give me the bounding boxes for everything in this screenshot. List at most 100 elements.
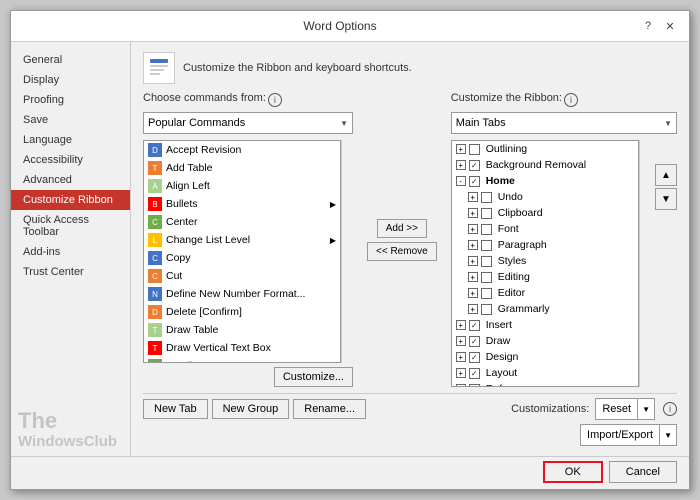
reset-arrow-icon[interactable]: ▼ bbox=[637, 399, 654, 419]
ribbon-item-checkbox[interactable] bbox=[469, 160, 480, 171]
ribbon-dropdown[interactable]: Main Tabs ▼ bbox=[451, 112, 677, 134]
import-export-dropdown[interactable]: Import/Export ▼ bbox=[580, 424, 677, 446]
expand-icon[interactable]: + bbox=[468, 256, 478, 266]
expand-icon[interactable]: + bbox=[468, 304, 478, 314]
list-item[interactable]: LChange List Level▶ bbox=[144, 231, 340, 249]
remove-button[interactable]: << Remove bbox=[367, 242, 437, 261]
list-item[interactable]: CCenter bbox=[144, 213, 340, 231]
ribbon-item-checkbox[interactable] bbox=[481, 272, 492, 283]
new-group-button[interactable]: New Group bbox=[212, 399, 290, 419]
expand-icon[interactable]: - bbox=[456, 176, 466, 186]
dialog-title: Word Options bbox=[41, 19, 639, 33]
ribbon-list-item[interactable]: + Outlining bbox=[452, 141, 638, 157]
ribbon-item-checkbox[interactable] bbox=[481, 240, 492, 251]
list-item[interactable]: TDraw Table bbox=[144, 321, 340, 339]
list-item[interactable]: BBullets▶ bbox=[144, 195, 340, 213]
expand-icon[interactable]: + bbox=[456, 384, 466, 387]
ribbon-list-item[interactable]: +Styles bbox=[452, 253, 638, 269]
list-item[interactable]: NDefine New Number Format... bbox=[144, 285, 340, 303]
ribbon-list-item[interactable]: -Home bbox=[452, 173, 638, 189]
list-item[interactable]: TDraw Vertical Text Box bbox=[144, 339, 340, 357]
close-button[interactable]: ✕ bbox=[661, 17, 679, 35]
ribbon-item-checkbox[interactable] bbox=[469, 368, 480, 379]
expand-icon[interactable]: + bbox=[468, 288, 478, 298]
ribbon-item-checkbox[interactable] bbox=[481, 224, 492, 235]
ribbon-list-item[interactable]: +Layout bbox=[452, 365, 638, 381]
sidebar-item-language[interactable]: Language bbox=[11, 130, 130, 150]
ribbon-item-checkbox[interactable] bbox=[469, 384, 480, 388]
list-item[interactable]: CCopy bbox=[144, 249, 340, 267]
cancel-button[interactable]: Cancel bbox=[609, 461, 677, 483]
expand-icon[interactable]: + bbox=[468, 192, 478, 202]
sidebar-item-proofing[interactable]: Proofing bbox=[11, 90, 130, 110]
ribbon-item-checkbox[interactable] bbox=[469, 336, 480, 347]
expand-icon[interactable]: + bbox=[456, 144, 466, 154]
expand-icon[interactable]: + bbox=[468, 224, 478, 234]
columns-area: Choose commands from: i Popular Commands… bbox=[143, 92, 677, 387]
import-export-arrow-icon[interactable]: ▼ bbox=[659, 425, 676, 445]
ok-button[interactable]: OK bbox=[543, 461, 603, 483]
ribbon-item-label: Undo bbox=[498, 191, 523, 203]
ribbon-list-item[interactable]: +Paragraph bbox=[452, 237, 638, 253]
main-header: Customize the Ribbon and keyboard shortc… bbox=[143, 52, 677, 84]
commands-scrollbar[interactable] bbox=[341, 140, 353, 363]
ribbon-item-checkbox[interactable] bbox=[481, 288, 492, 299]
ribbon-list-item[interactable]: + Insert bbox=[452, 317, 638, 333]
sidebar-item-accessibility[interactable]: Accessibility bbox=[11, 150, 130, 170]
ribbon-scrollbar[interactable] bbox=[639, 140, 651, 387]
ribbon-item-checkbox[interactable] bbox=[469, 144, 480, 155]
sidebar-item-advanced[interactable]: Advanced bbox=[11, 170, 130, 190]
command-label: Cut bbox=[166, 270, 182, 282]
ribbon-item-checkbox[interactable] bbox=[481, 208, 492, 219]
add-button[interactable]: Add >> bbox=[377, 219, 427, 238]
new-tab-button[interactable]: New Tab bbox=[143, 399, 208, 419]
expand-icon[interactable]: + bbox=[456, 320, 466, 330]
sidebar-item-customize-ribbon[interactable]: Customize Ribbon bbox=[11, 190, 130, 210]
move-down-button[interactable]: ▼ bbox=[655, 188, 677, 210]
ribbon-list-item[interactable]: +Grammarly bbox=[452, 301, 638, 317]
list-item[interactable]: CCut bbox=[144, 267, 340, 285]
ribbon-item-checkbox[interactable] bbox=[481, 192, 492, 203]
ribbon-item-label: Insert bbox=[486, 319, 512, 331]
expand-icon[interactable]: + bbox=[456, 352, 466, 362]
ribbon-list-item[interactable]: + Undo bbox=[452, 189, 638, 205]
expand-icon[interactable]: + bbox=[468, 272, 478, 282]
sidebar-item-trust-center[interactable]: Trust Center bbox=[11, 262, 130, 282]
expand-icon[interactable]: + bbox=[456, 368, 466, 378]
list-item[interactable]: TAdd Table bbox=[144, 159, 340, 177]
expand-icon[interactable]: + bbox=[468, 208, 478, 218]
commands-dropdown[interactable]: Popular Commands ▼ bbox=[143, 112, 353, 134]
list-item[interactable]: AAlign Left bbox=[144, 177, 340, 195]
ribbon-item-label: Outlining bbox=[486, 143, 527, 155]
ribbon-item-checkbox[interactable] bbox=[469, 176, 480, 187]
sidebar-item-display[interactable]: Display bbox=[11, 70, 130, 90]
ribbon-item-checkbox[interactable] bbox=[481, 304, 492, 315]
ribbon-list-item[interactable]: +Editor bbox=[452, 285, 638, 301]
ribbon-list-item[interactable]: +References bbox=[452, 381, 638, 387]
command-icon: T bbox=[148, 323, 162, 337]
expand-icon[interactable]: + bbox=[456, 336, 466, 346]
ribbon-list-item[interactable]: +Background Removal bbox=[452, 157, 638, 173]
expand-icon[interactable]: + bbox=[468, 240, 478, 250]
expand-icon[interactable]: + bbox=[456, 160, 466, 170]
ribbon-list-item[interactable]: +Editing bbox=[452, 269, 638, 285]
list-item[interactable]: EEmail bbox=[144, 357, 340, 363]
sidebar-item-general[interactable]: General bbox=[11, 50, 130, 70]
ribbon-list-item[interactable]: +Draw bbox=[452, 333, 638, 349]
list-item[interactable]: DAccept Revision bbox=[144, 141, 340, 159]
rename-button[interactable]: Rename... bbox=[293, 399, 366, 419]
reset-dropdown[interactable]: Reset ▼ bbox=[595, 398, 655, 420]
ribbon-item-checkbox[interactable] bbox=[469, 352, 480, 363]
move-up-button[interactable]: ▲ bbox=[655, 164, 677, 186]
customize-button[interactable]: Customize... bbox=[274, 367, 353, 387]
sidebar-item-quick-access-toolbar[interactable]: Quick Access Toolbar bbox=[11, 210, 130, 242]
sidebar-item-save[interactable]: Save bbox=[11, 110, 130, 130]
ribbon-list-item[interactable]: +Font bbox=[452, 221, 638, 237]
ribbon-list-item[interactable]: +Design bbox=[452, 349, 638, 365]
ribbon-list-item[interactable]: +Clipboard bbox=[452, 205, 638, 221]
help-button[interactable]: ? bbox=[639, 17, 657, 35]
ribbon-item-checkbox[interactable] bbox=[481, 256, 492, 267]
ribbon-item-checkbox[interactable] bbox=[469, 320, 480, 331]
sidebar-item-add-ins[interactable]: Add-ins bbox=[11, 242, 130, 262]
list-item[interactable]: DDelete [Confirm] bbox=[144, 303, 340, 321]
